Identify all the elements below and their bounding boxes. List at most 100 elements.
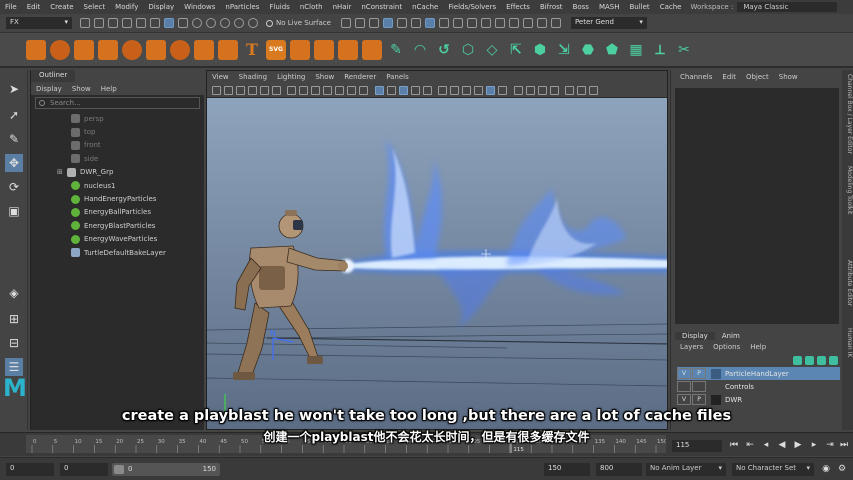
lasso-tool-icon[interactable]: ➚ — [5, 106, 23, 124]
depth-of-field-icon[interactable] — [498, 85, 507, 95]
default-material-icon[interactable] — [398, 85, 408, 95]
menu-create[interactable]: Create — [45, 3, 78, 11]
anim-layer-dropdown[interactable]: No Anim Layer ▾ — [646, 463, 726, 476]
cylinder-alt-icon[interactable] — [314, 39, 334, 60]
toggle-outliner-icon[interactable] — [536, 18, 547, 28]
layer-playback-toggle[interactable] — [692, 381, 706, 392]
user-account-dropdown[interactable]: Peter Gend ▾ — [570, 17, 647, 29]
menu-select[interactable]: Select — [79, 3, 111, 11]
workspace-dropdown[interactable]: Maya Classic — [737, 2, 838, 12]
menu-modify[interactable]: Modify — [110, 3, 143, 11]
menu-bullet[interactable]: Bullet — [625, 3, 655, 11]
side-tab-attribute-editor[interactable]: Attribute Editor — [842, 260, 853, 306]
lights-icon[interactable] — [438, 85, 447, 95]
layer-menu-layers[interactable]: Layers — [675, 343, 708, 351]
outliner-item-turtledefaultbakelayer[interactable]: TurtleDefaultBakeLayer — [31, 246, 204, 259]
outliner-item-dwr-grp[interactable]: ⊞ DWR_Grp — [31, 166, 204, 179]
move-tool-icon[interactable]: ✥ — [5, 154, 23, 172]
platonic-icon[interactable] — [194, 39, 214, 60]
textured-icon[interactable] — [422, 85, 432, 95]
select-tool-icon[interactable]: ➤ — [5, 80, 23, 98]
menu-display[interactable]: Display — [143, 3, 179, 11]
fill-icon[interactable]: ⬟ — [602, 40, 622, 60]
merge-icon[interactable]: ▦ — [626, 40, 646, 60]
hypershade-icon[interactable] — [424, 18, 435, 28]
scale-tool-icon[interactable]: ▣ — [5, 202, 23, 220]
outliner-menu-show[interactable]: Show — [67, 85, 96, 93]
layer-visibility-toggle[interactable]: V — [677, 394, 691, 405]
plane-icon[interactable] — [146, 39, 166, 60]
shadows-icon[interactable] — [450, 85, 459, 95]
isolate-select-icon[interactable] — [513, 85, 523, 95]
outliner-tab[interactable]: Outliner — [31, 70, 76, 82]
toggle-character-icon[interactable] — [480, 18, 491, 28]
viewport-menu-shading[interactable]: Shading — [234, 73, 272, 81]
outliner-item-energywaveparticles[interactable]: EnergyWaveParticles — [31, 233, 204, 246]
four-view-layout-icon[interactable]: ⊞ — [5, 310, 23, 328]
new-layer-selected-icon[interactable] — [829, 355, 838, 365]
layer-menu-help[interactable]: Help — [745, 343, 771, 351]
outliner-item-side[interactable]: side — [31, 152, 204, 165]
menu-effects[interactable]: Effects — [501, 3, 535, 11]
curve-edit-icon[interactable]: ↺ — [434, 40, 454, 60]
new-scene-icon[interactable] — [80, 18, 90, 28]
outliner-item-nucleus1[interactable]: nucleus1 — [31, 179, 204, 192]
menuset-dropdown[interactable]: FX ▾ — [6, 17, 72, 29]
ipr-render-icon[interactable] — [396, 18, 407, 28]
viewport-menu-view[interactable]: View — [207, 73, 234, 81]
save-scene-icon[interactable] — [108, 18, 118, 28]
gate-mask-icon[interactable] — [323, 85, 332, 95]
render-settings-icon[interactable] — [410, 18, 421, 28]
cut-icon[interactable]: ✂ — [674, 40, 694, 60]
image-plane-icon[interactable] — [247, 85, 257, 95]
snap-surface-icon[interactable] — [248, 18, 258, 28]
range-slider[interactable]: 0 150 — [112, 463, 220, 476]
snap-curve-icon[interactable] — [206, 18, 216, 28]
channel-box-menu-object[interactable]: Object — [741, 73, 774, 81]
xray-joints-icon[interactable] — [549, 85, 559, 95]
snap-point-icon[interactable] — [220, 18, 230, 28]
new-layer-icon[interactable] — [817, 355, 826, 365]
layer-playback-toggle[interactable]: P — [692, 394, 706, 405]
menu-nparticles[interactable]: nParticles — [220, 3, 264, 11]
layer-tab-display[interactable]: Display — [675, 332, 715, 340]
cube-outline-icon[interactable] — [362, 39, 382, 60]
anim-end-field[interactable]: 150 — [544, 463, 590, 476]
outliner-item-front[interactable]: front — [31, 139, 204, 152]
menu-ncache[interactable]: nCache — [407, 3, 443, 11]
xray-icon[interactable] — [525, 85, 535, 95]
layer-color-swatch[interactable] — [711, 394, 721, 405]
layer-visibility-toggle[interactable]: V — [677, 368, 691, 379]
layer-row-particlehandlayer[interactable]: V P ParticleHandLayer — [677, 367, 840, 380]
layer-playback-toggle[interactable]: P — [692, 368, 706, 379]
exposure-icon[interactable] — [565, 85, 574, 95]
channel-box-menu-channels[interactable]: Channels — [675, 73, 717, 81]
expand-icon[interactable]: ⊞ — [57, 168, 63, 176]
rotate-tool-icon[interactable]: ⟳ — [5, 178, 23, 196]
preferences-icon[interactable]: ⚙ — [836, 463, 848, 475]
safe-title-icon[interactable] — [359, 85, 368, 95]
side-tab-modeling-toolkit[interactable]: Modeling Toolkit — [842, 166, 853, 214]
shape-icon[interactable]: ⬡ — [458, 40, 478, 60]
construction-history-icon[interactable] — [354, 18, 365, 28]
disc-icon[interactable] — [170, 39, 190, 60]
menu-fields-solvers[interactable]: Fields/Solvers — [443, 3, 501, 11]
camera-attributes-icon[interactable] — [223, 85, 233, 95]
menu-fluids[interactable]: Fluids — [264, 3, 294, 11]
outliner-item-energyblastparticles[interactable]: EnergyBlastParticles — [31, 219, 204, 232]
motion-blur-icon[interactable] — [474, 85, 483, 95]
render-sequence-icon[interactable] — [382, 18, 393, 28]
outliner-item-handenergyparticles[interactable]: HandEnergyParticles — [31, 192, 204, 205]
xray-active-icon[interactable] — [537, 85, 547, 95]
move-layer-down-icon[interactable] — [805, 355, 814, 365]
pipe-icon[interactable] — [218, 39, 238, 60]
end-time-field[interactable]: 800 — [596, 463, 642, 476]
color-management-icon[interactable] — [589, 85, 598, 95]
viewport-menu-show[interactable]: Show — [310, 73, 339, 81]
viewport-menu-panels[interactable]: Panels — [381, 73, 414, 81]
menu-boss[interactable]: Boss — [568, 3, 594, 11]
smooth-shade-icon[interactable] — [386, 85, 396, 95]
live-surface-indicator[interactable]: No Live Surface — [266, 19, 331, 27]
text-icon[interactable]: T — [242, 40, 262, 60]
outliner-item-top[interactable]: top — [31, 125, 204, 138]
